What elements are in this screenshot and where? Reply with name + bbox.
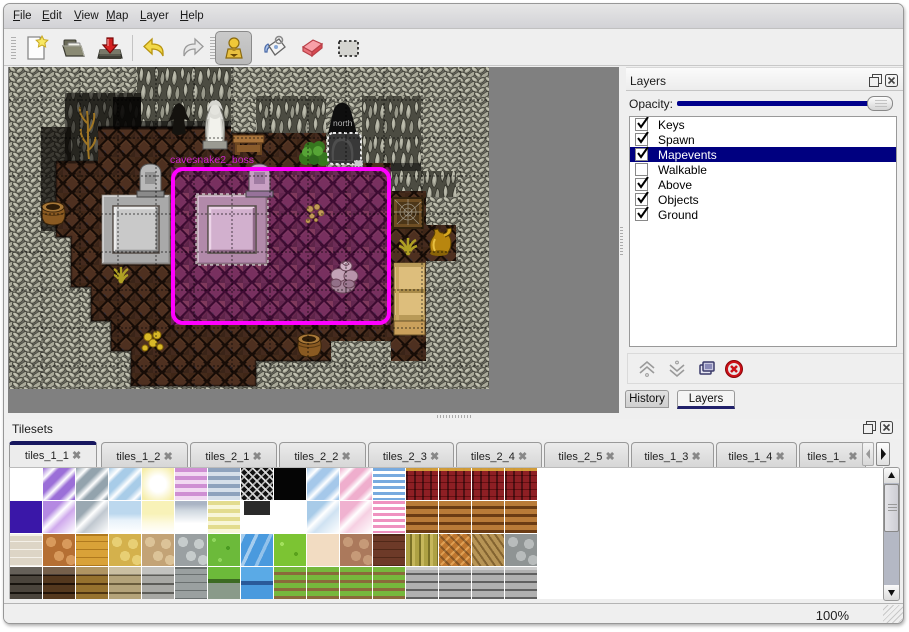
svg-text:cavesnake2_boss: cavesnake2_boss [170,154,254,166]
svg-text:north: north [333,118,353,128]
